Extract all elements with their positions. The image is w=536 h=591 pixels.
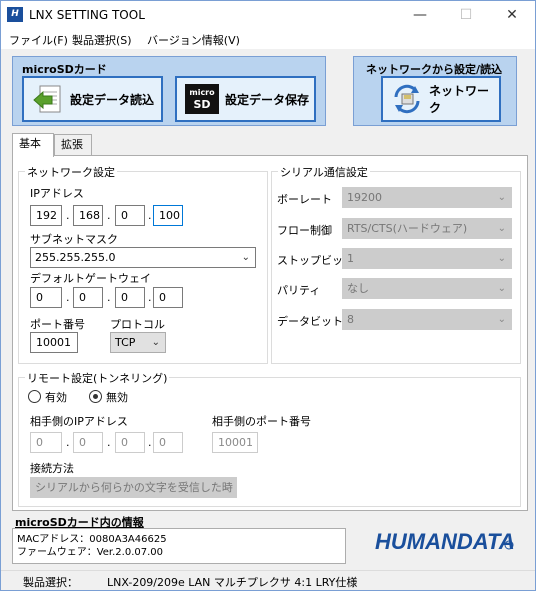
peer-ip-octet-2[interactable]: 0 bbox=[73, 432, 103, 453]
connect-method-select[interactable]: シリアルから何らかの文字を受信した時 ⌄ bbox=[30, 477, 237, 498]
network-refresh-icon bbox=[394, 84, 420, 114]
peer-port-input[interactable]: 10001 bbox=[212, 432, 258, 453]
chevron-down-icon: ⌄ bbox=[497, 283, 506, 294]
baud-label: ボーレート bbox=[277, 193, 332, 206]
parity-select[interactable]: なし ⌄ bbox=[342, 278, 512, 299]
chevron-down-icon: ⌄ bbox=[497, 223, 506, 234]
peer-ip-octet-1[interactable]: 0 bbox=[30, 432, 62, 453]
peer-ip-sep: . bbox=[66, 436, 70, 449]
firmware-text: ファームウェア：Ver.2.0.07.00 bbox=[17, 547, 163, 558]
peer-ip-octet-4[interactable]: 0 bbox=[153, 432, 183, 453]
app-window: H LNX SETTING TOOL — ☐ ✕ ファイル(F) 製品選択(S)… bbox=[0, 0, 536, 591]
app-icon: H bbox=[7, 7, 23, 22]
sd-info-box: MACアドレス：0080A3A46625 ファームウェア：Ver.2.0.07.… bbox=[12, 528, 346, 564]
ip-octet-1[interactable]: 192 bbox=[30, 205, 62, 226]
network-settings-title: ネットワーク設定 bbox=[25, 164, 117, 180]
window-title: LNX SETTING TOOL bbox=[29, 8, 145, 22]
read-settings-button[interactable]: 設定データ読込 bbox=[22, 76, 163, 122]
network-group: ネットワークから設定/読込 ネットワーク bbox=[353, 56, 517, 126]
network-settings-group: ネットワーク設定 IPアドレス 192 . 168 . 0 . 100 サブネッ… bbox=[18, 164, 268, 364]
read-settings-label: 設定データ読込 bbox=[70, 92, 155, 107]
serial-settings-title: シリアル通信設定 bbox=[278, 164, 370, 180]
remote-enable-radio[interactable] bbox=[28, 390, 41, 403]
network-button[interactable]: ネットワーク bbox=[381, 76, 501, 122]
serial-settings-group: シリアル通信設定 ボーレート 19200 ⌄ フロー制御 RTS/CTS(ハードウ… bbox=[271, 164, 521, 364]
humandata-logo: HUMANDATA bbox=[375, 525, 515, 555]
protocol-select[interactable]: TCP ⌄ bbox=[110, 332, 166, 353]
mac-address-text: MACアドレス：0080A3A46625 bbox=[17, 534, 167, 545]
ip-sep: . bbox=[148, 209, 152, 222]
protocol-label: プロトコル bbox=[110, 318, 165, 331]
menu-bar: ファイル(F) 製品選択(S) バージョン情報(V) bbox=[1, 29, 535, 49]
baud-select[interactable]: 19200 ⌄ bbox=[342, 187, 512, 208]
ip-sep: . bbox=[66, 209, 70, 222]
network-button-label: ネットワーク bbox=[429, 84, 490, 115]
subnet-select[interactable]: 255.255.255.0 ⌄ bbox=[30, 247, 256, 268]
peer-ip-label: 相手側のIPアドレス bbox=[30, 415, 128, 428]
remote-enable-label[interactable]: 有効 bbox=[45, 389, 67, 405]
ip-octet-2[interactable]: 168 bbox=[73, 205, 103, 226]
peer-ip-sep: . bbox=[148, 436, 152, 449]
ip-octet-4[interactable]: 100 bbox=[153, 205, 183, 226]
flow-label: フロー制御 bbox=[277, 224, 332, 237]
remote-disable-label[interactable]: 無効 bbox=[106, 389, 128, 405]
menu-version[interactable]: バージョン情報(V) bbox=[147, 32, 240, 48]
port-label: ポート番号 bbox=[30, 318, 85, 331]
chevron-down-icon: ⌄ bbox=[497, 314, 506, 325]
chevron-down-icon: ⌄ bbox=[497, 253, 506, 264]
gateway-octet-1[interactable]: 0 bbox=[30, 287, 62, 308]
remote-disable-radio[interactable] bbox=[89, 390, 102, 403]
title-bar: H LNX SETTING TOOL — ☐ ✕ bbox=[1, 1, 535, 29]
network-group-title: ネットワークから設定/読込 bbox=[366, 63, 503, 76]
save-settings-label: 設定データ保存 bbox=[225, 92, 310, 107]
chevron-down-icon: ⌄ bbox=[241, 252, 250, 263]
menu-file[interactable]: ファイル(F) bbox=[9, 32, 68, 48]
status-product: LNX-209/209e LAN マルチプレクサ 4:1 LRY仕様 bbox=[107, 576, 358, 589]
gateway-octet-3[interactable]: 0 bbox=[115, 287, 145, 308]
flow-select[interactable]: RTS/CTS(ハードウェア) ⌄ bbox=[342, 218, 512, 239]
save-settings-button[interactable]: micro SD 設定データ保存 bbox=[175, 76, 316, 122]
remote-settings-title: リモート設定(トンネリング) bbox=[25, 370, 170, 386]
parity-label: パリティ bbox=[277, 284, 321, 297]
microsd-group: microSDカード 設定データ読込 micro SD 設定データ保存 bbox=[12, 56, 326, 126]
tab-extended[interactable]: 拡張 bbox=[54, 134, 92, 156]
ip-sep: . bbox=[107, 209, 111, 222]
chevron-down-icon: ⌄ bbox=[151, 337, 160, 348]
menu-product[interactable]: 製品選択(S) bbox=[72, 32, 132, 48]
gateway-octet-2[interactable]: 0 bbox=[73, 287, 103, 308]
databit-label: データビット bbox=[277, 315, 343, 328]
tab-basic[interactable]: 基本 bbox=[12, 133, 54, 157]
gateway-sep: . bbox=[66, 291, 70, 304]
status-label: 製品選択： bbox=[23, 576, 78, 589]
microsd-icon: micro SD bbox=[185, 84, 219, 114]
peer-port-label: 相手側のポート番号 bbox=[212, 415, 311, 428]
peer-ip-octet-3[interactable]: 0 bbox=[115, 432, 145, 453]
close-button[interactable]: ✕ bbox=[490, 1, 534, 29]
ip-octet-3[interactable]: 0 bbox=[115, 205, 145, 226]
minimize-button[interactable]: — bbox=[398, 1, 442, 29]
peer-ip-sep: . bbox=[107, 436, 111, 449]
svg-text:HUMANDATA: HUMANDATA bbox=[375, 529, 515, 554]
subnet-label: サブネットマスク bbox=[30, 233, 118, 246]
gateway-sep: . bbox=[148, 291, 152, 304]
gateway-sep: . bbox=[107, 291, 111, 304]
basic-tab-panel: ネットワーク設定 IPアドレス 192 . 168 . 0 . 100 サブネッ… bbox=[12, 155, 528, 511]
stopbit-select[interactable]: 1 ⌄ bbox=[342, 248, 512, 269]
status-bar: 製品選択： LNX-209/209e LAN マルチプレクサ 4:1 LRY仕様 bbox=[1, 570, 535, 590]
maximize-button[interactable]: ☐ bbox=[444, 1, 488, 29]
ip-label: IPアドレス bbox=[30, 187, 84, 200]
port-input[interactable]: 10001 bbox=[30, 332, 78, 353]
chevron-down-icon: ⌄ bbox=[222, 482, 231, 493]
load-arrow-icon bbox=[33, 85, 61, 113]
microsd-group-title: microSDカード bbox=[22, 63, 107, 76]
gateway-octet-4[interactable]: 0 bbox=[153, 287, 183, 308]
connect-method-label: 接続方法 bbox=[30, 462, 74, 475]
remote-settings-group: リモート設定(トンネリング) 有効 無効 相手側のIPアドレス 0 . 0 . … bbox=[18, 370, 521, 507]
databit-select[interactable]: 8 ⌄ bbox=[342, 309, 512, 330]
chevron-down-icon: ⌄ bbox=[497, 192, 506, 203]
gateway-label: デフォルトゲートウェイ bbox=[30, 272, 151, 285]
